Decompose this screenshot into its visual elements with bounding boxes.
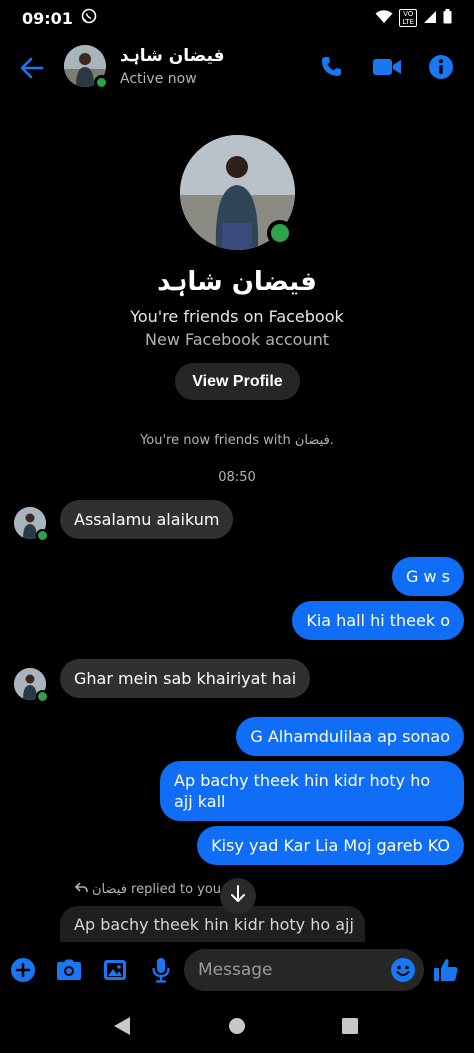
nav-home-icon[interactable] [225, 1014, 249, 1038]
status-bar: 09:01 VO LTE [0, 0, 474, 36]
view-profile-button[interactable]: View Profile [175, 363, 300, 400]
message-bubble-outgoing[interactable]: Kisy yad Kar Lia Moj gareb KO [197, 826, 464, 865]
system-navigation-bar [0, 998, 474, 1053]
emoji-icon[interactable] [390, 957, 416, 983]
contact-name[interactable]: فیضان شاہد [120, 45, 225, 66]
message-timestamp: 08:50 [218, 470, 256, 485]
message-bubble-outgoing[interactable]: Ap bachy theek hin kidr hoty ho ajj kall [160, 761, 464, 821]
replied-message-preview[interactable]: Ap bachy theek hin kidr hoty ho ajj [60, 906, 365, 942]
status-time: 09:01 [22, 8, 73, 28]
reply-arrow-icon [74, 882, 88, 897]
sender-avatar[interactable] [14, 507, 49, 542]
wifi-icon [375, 9, 393, 28]
message-bubble-outgoing[interactable]: G Alhamdulilaa ap sonao [236, 717, 464, 756]
scroll-down-button[interactable] [220, 878, 256, 914]
plus-circle-icon[interactable] [9, 956, 37, 984]
online-indicator [94, 75, 109, 90]
active-status: Active now [120, 71, 197, 87]
arrow-down-icon [230, 885, 246, 907]
gallery-icon[interactable] [101, 956, 129, 984]
sender-avatar[interactable] [14, 668, 49, 703]
camera-icon[interactable] [55, 956, 83, 984]
nav-recents-icon[interactable] [338, 1014, 362, 1038]
reply-indicator: فیضان replied to you [74, 882, 222, 897]
back-arrow-icon[interactable] [18, 54, 46, 82]
like-thumbs-up-icon[interactable] [432, 956, 460, 984]
video-call-icon[interactable] [372, 52, 402, 82]
message-input[interactable] [184, 949, 424, 991]
profile-name: فیضان شاہد [157, 267, 317, 297]
phone-call-icon[interactable] [316, 52, 346, 82]
microphone-icon[interactable] [147, 956, 175, 984]
nav-back-icon[interactable] [110, 1014, 134, 1038]
message-bubble-incoming[interactable]: Ghar mein sab khairiyat hai [60, 659, 311, 698]
volte-badge: VO LTE [399, 9, 417, 27]
chat-header: فیضان شاہد Active now [0, 36, 474, 98]
battery-icon [443, 8, 452, 28]
whatsapp-icon [81, 8, 97, 28]
message-composer [0, 946, 474, 996]
friends-notice: You're now friends with فیضان. [140, 433, 334, 448]
contact-avatar[interactable] [64, 45, 109, 90]
reply-note-text: فیضان replied to you [92, 882, 222, 897]
message-bubble-outgoing[interactable]: G w s [392, 557, 464, 596]
info-icon[interactable] [426, 52, 456, 82]
profile-photo[interactable] [180, 135, 295, 250]
profile-online-indicator [267, 220, 293, 246]
message-bubble-outgoing[interactable]: Kia hall hi theek o [292, 601, 464, 640]
message-bubble-incoming[interactable]: Assalamu alaikum [60, 500, 234, 539]
account-age-text: New Facebook account [145, 330, 329, 349]
friends-status-text: You're friends on Facebook [130, 307, 344, 326]
signal-icon [423, 9, 437, 28]
